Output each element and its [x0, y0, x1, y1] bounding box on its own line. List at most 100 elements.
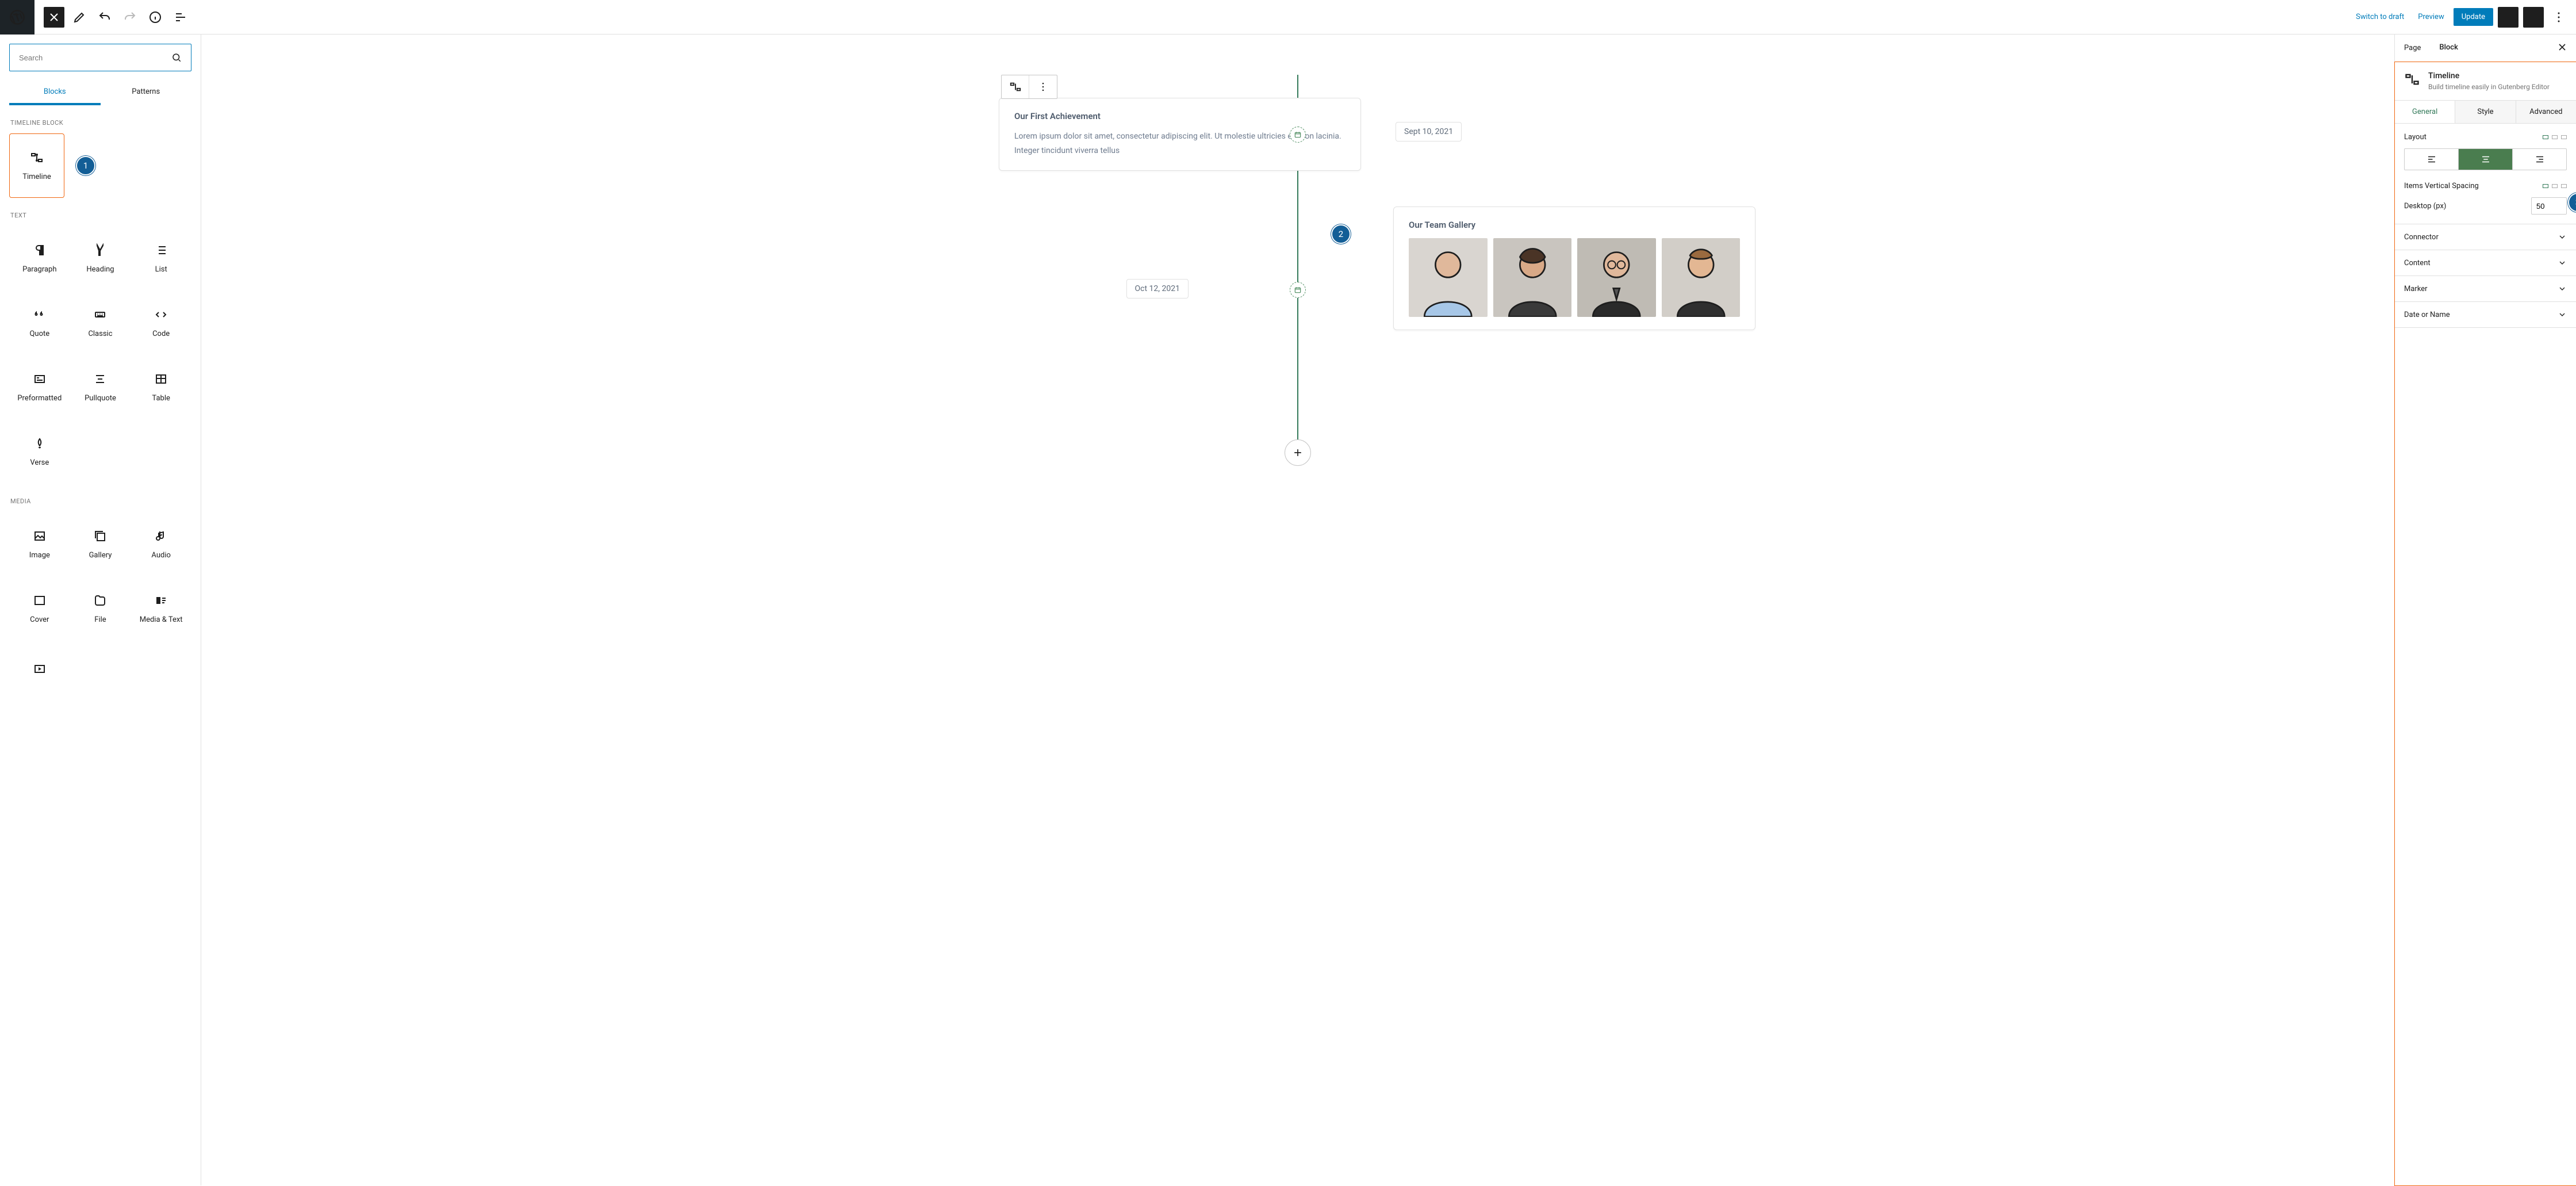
wordpress-logo[interactable]	[0, 0, 34, 35]
chevron-down-icon	[2558, 310, 2567, 319]
align-right-button[interactable]	[2513, 149, 2566, 170]
jetpack-button[interactable]	[2523, 7, 2544, 28]
subtab-general[interactable]: General	[2395, 101, 2455, 123]
block-item-classic[interactable]: Classic	[70, 290, 131, 355]
close-inserter-button[interactable]	[44, 7, 64, 28]
block-inserter-panel: Blocks Patterns TIMELINE BLOCK Timeline …	[0, 35, 201, 1185]
undo-button[interactable]	[94, 7, 115, 28]
block-item-media-text[interactable]: Media & Text	[131, 576, 191, 641]
accordion-connector[interactable]: Connector	[2395, 224, 2576, 250]
close-sidebar-button[interactable]	[2556, 41, 2576, 55]
block-item-code[interactable]: Code	[131, 290, 191, 355]
timeline-marker-1[interactable]	[1290, 127, 1306, 143]
block-type-button[interactable]	[1002, 75, 1029, 98]
block-item-audio[interactable]: Audio	[131, 512, 191, 576]
heading-icon	[93, 243, 107, 257]
search-input[interactable]	[19, 53, 171, 62]
table-icon	[154, 372, 168, 386]
details-button[interactable]	[145, 7, 166, 28]
tools-button[interactable]	[69, 7, 90, 28]
block-item-pullquote[interactable]: Pullquote	[70, 355, 131, 419]
tab-block[interactable]: Block	[2430, 35, 2467, 62]
gallery-image[interactable]	[1493, 238, 1572, 317]
callout-bubble-1: 1	[76, 156, 95, 175]
block-item-table[interactable]: Table	[131, 355, 191, 419]
subtab-style[interactable]: Style	[2455, 101, 2516, 123]
settings-sidebar: Page Block Timeline Build timeline easil…	[2394, 35, 2576, 1185]
media-text-icon	[154, 594, 168, 607]
outline-button[interactable]	[170, 7, 191, 28]
redo-button[interactable]	[120, 7, 140, 28]
section-heading-timeline: TIMELINE BLOCK	[10, 119, 191, 127]
block-item-gallery[interactable]: Gallery	[70, 512, 131, 576]
update-button[interactable]: Update	[2454, 8, 2493, 26]
topbar-right: Switch to draft Preview Update	[2351, 7, 2576, 28]
pullquote-icon	[93, 372, 107, 386]
block-settings-tabs: General Style Advanced	[2395, 100, 2576, 124]
desktop-px-label: Desktop (px)	[2404, 202, 2446, 211]
timeline-block-icon	[30, 151, 44, 164]
settings-button[interactable]	[2498, 7, 2518, 28]
block-item-list[interactable]: List	[131, 226, 191, 290]
timeline-marker-2[interactable]	[1290, 282, 1306, 298]
block-item-image[interactable]: Image	[9, 512, 70, 576]
block-item-video[interactable]	[9, 641, 70, 705]
block-search-input[interactable]	[9, 44, 191, 71]
code-icon	[154, 308, 168, 322]
gallery-image[interactable]	[1577, 238, 1656, 317]
file-icon	[93, 594, 107, 607]
gallery-image[interactable]	[1662, 238, 1741, 317]
editor-canvas[interactable]: Our First Achievement Lorem ipsum dolor …	[201, 35, 2394, 1185]
inserter-tabs: Blocks Patterns	[9, 81, 191, 105]
team-gallery	[1409, 238, 1740, 317]
block-card-description: Build timeline easily in Gutenberg Edito…	[2428, 83, 2550, 91]
timeline-date-2[interactable]: Oct 12, 2021	[1126, 279, 1189, 299]
block-item-file[interactable]: File	[70, 576, 131, 641]
cover-icon	[33, 594, 47, 607]
tab-patterns[interactable]: Patterns	[101, 81, 192, 105]
add-timeline-item-button[interactable]	[1285, 439, 1311, 466]
block-item-timeline[interactable]: Timeline	[9, 133, 64, 198]
callout-bubble-3: 3	[2568, 193, 2576, 212]
block-card: Timeline Build timeline easily in Gutenb…	[2395, 62, 2576, 100]
gallery-icon	[93, 529, 107, 543]
block-item-quote[interactable]: Quote	[9, 290, 70, 355]
device-desktop-icon	[2543, 135, 2548, 139]
accordion-content[interactable]: Content	[2395, 250, 2576, 276]
block-item-cover[interactable]: Cover	[9, 576, 70, 641]
responsive-toggle[interactable]	[2543, 184, 2567, 188]
subtab-advanced[interactable]: Advanced	[2516, 101, 2576, 123]
more-options-button[interactable]	[2548, 7, 2569, 28]
layout-label: Layout	[2404, 133, 2426, 141]
section-heading-media: MEDIA	[10, 498, 191, 505]
audio-icon	[154, 529, 168, 543]
block-card-title: Timeline	[2428, 71, 2550, 81]
block-item-verse[interactable]: Verse	[9, 419, 70, 484]
align-left-button[interactable]	[2405, 149, 2459, 170]
block-item-preformatted[interactable]: Preformatted	[9, 355, 70, 419]
chevron-down-icon	[2558, 232, 2567, 242]
block-item-paragraph[interactable]: Paragraph	[9, 226, 70, 290]
quote-icon	[33, 308, 47, 322]
layout-alignment-group	[2404, 148, 2567, 170]
block-toolbar	[1001, 75, 1057, 99]
accordion-date-name[interactable]: Date or Name	[2395, 302, 2576, 328]
switch-to-draft-button[interactable]: Switch to draft	[2351, 8, 2409, 26]
responsive-toggle[interactable]	[2543, 135, 2567, 139]
preview-button[interactable]: Preview	[2413, 8, 2448, 26]
tab-page[interactable]: Page	[2395, 35, 2430, 62]
accordion-marker[interactable]: Marker	[2395, 276, 2576, 302]
device-tablet-icon	[2552, 184, 2558, 188]
search-icon	[171, 52, 182, 63]
gallery-image[interactable]	[1409, 238, 1488, 317]
block-more-button[interactable]	[1029, 75, 1057, 98]
timeline-card-2[interactable]: Our Team Gallery	[1393, 206, 1755, 330]
timeline-card-title: Our Team Gallery	[1409, 220, 1740, 230]
align-center-button[interactable]	[2459, 149, 2513, 170]
desktop-spacing-input[interactable]	[2531, 197, 2567, 215]
timeline-date-1[interactable]: Sept 10, 2021	[1396, 122, 1462, 141]
tab-blocks[interactable]: Blocks	[9, 81, 101, 105]
timeline-card-1[interactable]: Our First Achievement Lorem ipsum dolor …	[999, 98, 1361, 171]
block-item-heading[interactable]: Heading	[70, 226, 131, 290]
timeline-block-icon	[2404, 71, 2420, 91]
